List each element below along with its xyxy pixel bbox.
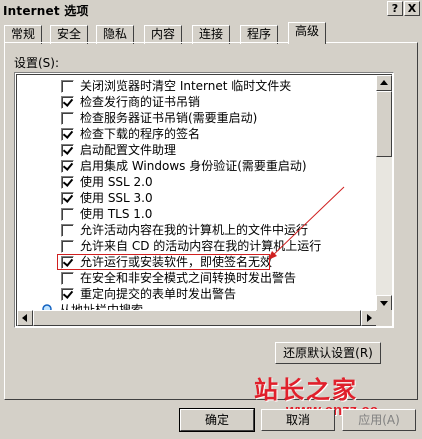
list-item-label: 在安全和非安全模式之间转换时发出警告	[80, 271, 297, 285]
help-button[interactable]: ?	[387, 1, 403, 16]
watermark-name: 站长之家	[254, 375, 358, 404]
checkbox[interactable]	[61, 112, 74, 125]
window-title: Internet 选项	[3, 4, 89, 18]
annotation-highlight-box	[57, 254, 270, 270]
scroll-corner	[376, 310, 392, 326]
settings-label: 设置(S):	[14, 56, 60, 70]
list-item-label: 关闭浏览器时清空 Internet 临时文件夹	[80, 79, 292, 93]
list-item-label: 检查下载的程序的签名	[80, 127, 201, 141]
checkbox[interactable]	[61, 208, 74, 221]
list-item-label: 使用 TLS 1.0	[80, 207, 153, 221]
scroll-down-button[interactable]	[376, 295, 392, 311]
checkbox[interactable]	[61, 288, 74, 301]
list-item-label: 使用 SSL 3.0	[80, 191, 153, 205]
checkbox[interactable]	[61, 240, 74, 253]
list-item-label: 使用 SSL 2.0	[80, 175, 153, 189]
close-button[interactable]: X	[404, 1, 420, 16]
title-bar: Internet 选项 ? X	[0, 0, 422, 19]
annotation-arrow	[268, 186, 345, 260]
checkbox[interactable]	[61, 272, 74, 285]
checkbox[interactable]	[61, 192, 74, 205]
tab-advanced[interactable]: 高级	[288, 22, 327, 44]
list-item-label: 启用集成 Windows 身份验证(需要重启动)	[80, 159, 307, 173]
apply-button[interactable]: 应用(A)	[342, 409, 416, 431]
scroll-up-button[interactable]	[376, 75, 392, 91]
restore-defaults-button[interactable]: 还原默认设置(R)	[275, 342, 381, 364]
tab-strip: 常规 安全 隐私 内容 连接 程序 高级	[4, 21, 418, 44]
checkbox[interactable]	[61, 96, 74, 109]
list-item-label: 检查服务器证书吊销(需要重启动)	[80, 111, 258, 125]
ok-button[interactable]: 确定	[179, 408, 255, 432]
list-item-label: 启动配置文件助理	[80, 143, 177, 157]
horizontal-scrollbar[interactable]	[17, 310, 377, 326]
checkbox[interactable]	[61, 144, 74, 157]
scroll-right-button[interactable]	[361, 310, 377, 326]
list-item-label: 检查发行商的证书吊销	[80, 95, 201, 109]
scroll-thumb-horizontal[interactable]	[33, 310, 361, 326]
checkbox[interactable]	[61, 176, 74, 189]
list-item-label: 重定向提交的表单时发出警告	[80, 287, 237, 301]
checkbox[interactable]	[61, 224, 74, 237]
checkbox[interactable]	[61, 160, 74, 173]
scroll-left-button[interactable]	[17, 310, 33, 326]
checkbox[interactable]	[61, 80, 74, 93]
vertical-scrollbar[interactable]	[376, 75, 392, 311]
checkbox[interactable]	[61, 128, 74, 141]
cancel-button[interactable]: 取消	[261, 409, 335, 431]
scroll-thumb[interactable]	[376, 91, 392, 157]
